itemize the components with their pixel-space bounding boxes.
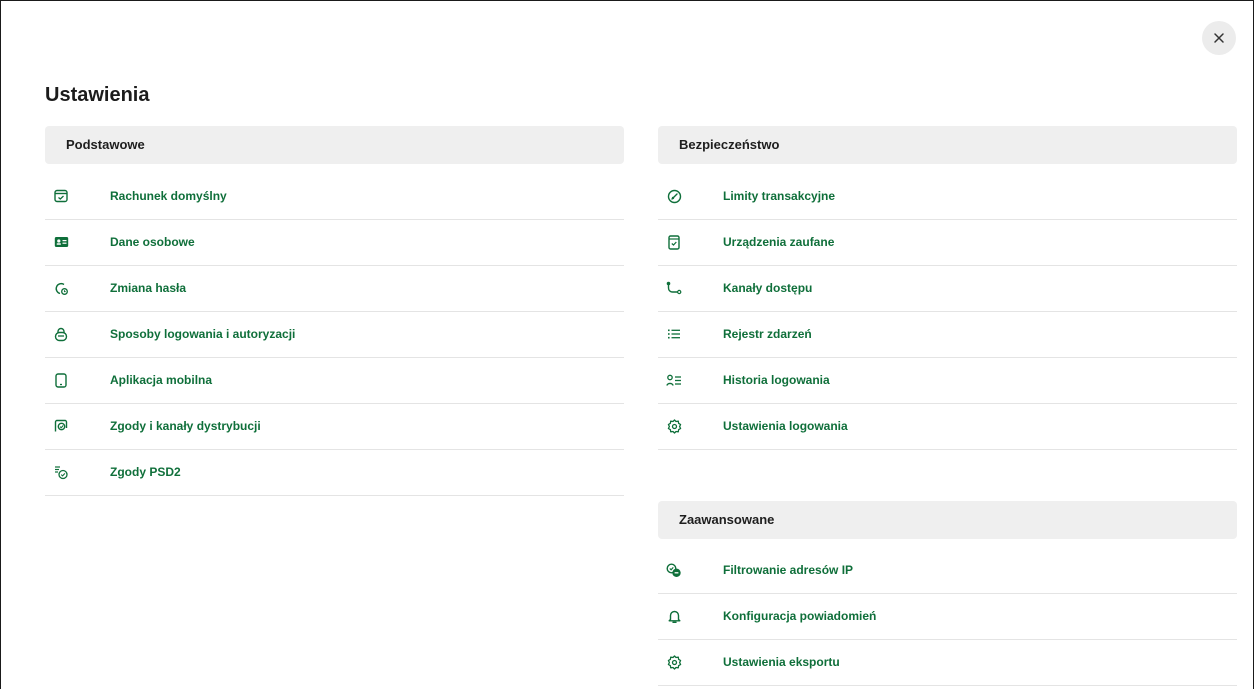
card-check-icon [53, 188, 69, 204]
list-icon [666, 326, 682, 342]
user-history-icon [666, 372, 682, 388]
settings-item-label: Dane osobowe [110, 235, 195, 249]
settings-item-urzadzenia-zaufane[interactable]: Urządzenia zaufane [658, 219, 1237, 266]
mobile-icon [53, 372, 69, 388]
settings-item-konfiguracja-powiadomien[interactable]: Konfiguracja powiadomień [658, 593, 1237, 640]
settings-item-label: Sposoby logowania i autoryzacji [110, 327, 296, 341]
settings-item-label: Aplikacja mobilna [110, 373, 213, 387]
id-card-icon [53, 234, 69, 250]
settings-item-sposoby-logowania[interactable]: Sposoby logowania i autoryzacji [45, 311, 624, 358]
settings-item-kanaly-dostepu[interactable]: Kanały dostępu [658, 265, 1237, 312]
section-header-bezpieczenstwo: Bezpieczeństwo [658, 126, 1237, 164]
settings-item-zgody-kanaly[interactable]: Zgody i kanały dystrybucji [45, 403, 624, 450]
settings-item-label: Filtrowanie adresów IP [723, 563, 854, 577]
settings-item-limity-transakcyjne[interactable]: Limity transakcyjne [658, 173, 1237, 220]
settings-item-ustawienia-logowania[interactable]: Ustawienia logowania [658, 403, 1237, 450]
bell-icon [666, 608, 682, 624]
settings-item-label: Zgody i kanały dystrybucji [110, 419, 261, 433]
settings-item-label: Ustawienia logowania [723, 419, 848, 433]
settings-item-rejestr-zdarzen[interactable]: Rejestr zdarzeń [658, 311, 1237, 358]
consent-icon [53, 418, 69, 434]
settings-item-ustawienia-eksportu[interactable]: Ustawienia eksportu [658, 639, 1237, 686]
trusted-device-icon [666, 234, 682, 250]
settings-item-label: Zgody PSD2 [110, 465, 181, 479]
section-header-podstawowe: Podstawowe [45, 126, 624, 164]
settings-item-zmiana-hasla[interactable]: Zmiana hasła [45, 265, 624, 312]
page-title: Ustawienia [45, 84, 150, 106]
settings-item-label: Konfiguracja powiadomień [723, 609, 877, 623]
section-header-zaawansowane: Zaawansowane [658, 501, 1237, 539]
settings-panel: Ustawienia Podstawowe Rachunek domyślny … [0, 0, 1254, 689]
gear-icon [666, 418, 682, 434]
close-icon [1213, 32, 1225, 44]
password-change-icon [53, 280, 69, 296]
gauge-icon [666, 188, 682, 204]
close-button[interactable] [1202, 21, 1236, 55]
lock-icon [53, 326, 69, 342]
settings-item-dane-osobowe[interactable]: Dane osobowe [45, 219, 624, 266]
route-icon [666, 280, 682, 296]
settings-item-label: Rejestr zdarzeń [723, 327, 812, 341]
psd2-consent-icon [53, 464, 69, 480]
settings-item-filtrowanie-ip[interactable]: Filtrowanie adresów IP [658, 547, 1237, 594]
settings-item-historia-logowania[interactable]: Historia logowania [658, 357, 1237, 404]
settings-item-zgody-psd2[interactable]: Zgody PSD2 [45, 449, 624, 496]
settings-item-label: Limity transakcyjne [723, 189, 836, 203]
gear-icon [666, 654, 682, 670]
settings-item-label: Rachunek domyślny [110, 189, 227, 203]
settings-item-aplikacja-mobilna[interactable]: Aplikacja mobilna [45, 357, 624, 404]
settings-item-label: Urządzenia zaufane [723, 235, 835, 249]
settings-item-rachunek-domyslny[interactable]: Rachunek domyślny [45, 173, 624, 220]
settings-item-label: Historia logowania [723, 373, 830, 387]
settings-item-label: Kanały dostępu [723, 281, 813, 295]
settings-item-label: Ustawienia eksportu [723, 655, 840, 669]
ip-filter-icon [666, 562, 682, 578]
settings-item-label: Zmiana hasła [110, 281, 187, 295]
